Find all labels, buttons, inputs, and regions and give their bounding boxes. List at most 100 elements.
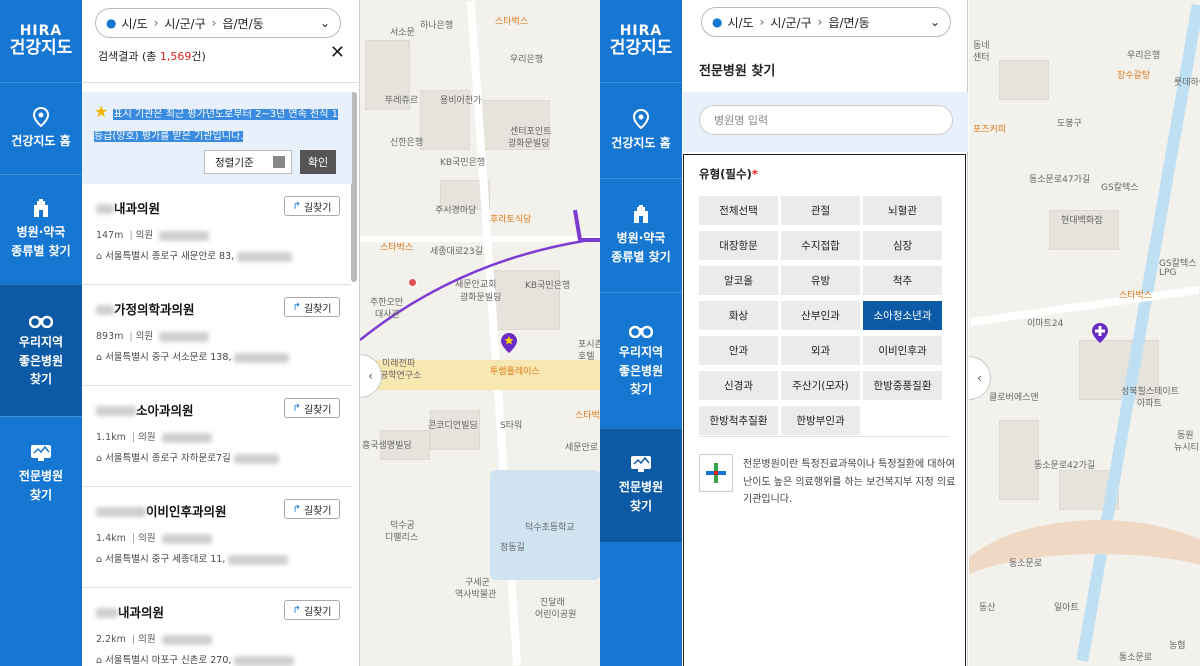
results-panel: ● 시/도 › 시/군/구 › 읍/면/동 ⌄ 검색결과 (총 1,569건) … [82, 0, 360, 666]
nav-item-good-hospital[interactable]: 우리지역 좋은병원 찾기 [600, 292, 682, 428]
map-label: 주시경마당 [435, 206, 477, 216]
sort-select[interactable]: 정렬기준 [204, 150, 292, 174]
type-option[interactable]: 유방 [781, 266, 860, 295]
nav-item-type-search[interactable]: 병원·약국 종류별 찾기 [600, 178, 682, 292]
type-option[interactable]: 심장 [863, 231, 942, 260]
map-label: LPG [1159, 268, 1177, 278]
type-option[interactable]: 주산기(모자) [781, 371, 860, 400]
map-left[interactable]: 하나은행 스타벅스 우리은행 뚜레쥬르 용비어천가 신한은행 센터포인트 광화문… [360, 0, 600, 666]
type-option[interactable]: 대장항문 [699, 231, 778, 260]
type-option[interactable]: 이비인후과 [863, 336, 942, 365]
map-label: 클로버에스앤 [989, 393, 1039, 403]
map-label: 통소문로 [1119, 653, 1153, 663]
map-label: 공학연구소 [380, 371, 422, 381]
star-icon: ★ [94, 102, 109, 121]
nav-label: 전문병원 [618, 480, 664, 495]
hospital-type: 의원 [135, 331, 154, 342]
route-button[interactable]: ↱ 길찾기 [284, 398, 340, 418]
brand-logo[interactable]: HIRA 건강지도 [0, 0, 82, 82]
confirm-button[interactable]: 확인 [300, 150, 336, 174]
type-option[interactable]: 관절 [781, 196, 860, 225]
type-option[interactable]: 한방척추질환 [699, 406, 778, 435]
blurred-text [234, 655, 295, 666]
hospital-card[interactable]: 가정의학과의원 893m | 의원 ⌂ 서울특별시 중구 서소문로 138, ↱… [82, 285, 352, 386]
map-label: 동소문로42가길 [1034, 461, 1096, 471]
map-label: 어린이공원 [535, 610, 577, 620]
type-option[interactable]: 화상 [699, 301, 778, 330]
type-option[interactable]: 신경과 [699, 371, 778, 400]
map-label: 포즈커피 [973, 125, 1007, 135]
map-label: 룻데하이 [1174, 78, 1200, 88]
brand-logo[interactable]: HIRA 건강지도 [600, 0, 682, 82]
hospital-card[interactable]: 내과의원 2.2km | 의원 ⌂ 서울특별시 마포구 신촌로 270, ↱ 길찾… [82, 588, 352, 666]
type-option[interactable]: 알코올 [699, 266, 778, 295]
nav-item-specialty[interactable]: 전문병원 찾기 [0, 416, 82, 532]
blurred-text [233, 453, 279, 464]
nav-item-type-search[interactable]: 병원·약국 종류별 찾기 [0, 174, 82, 284]
type-option[interactable]: 한방부인과 [781, 406, 860, 435]
nav-item-specialty[interactable]: 전문병원 찾기 [600, 428, 682, 542]
monitor-icon [631, 456, 651, 473]
type-option[interactable]: 뇌혈관 [863, 196, 942, 225]
map-label: 동소문로 [1009, 559, 1043, 569]
type-option[interactable]: 전체선택 [699, 196, 778, 225]
nav-item-good-hospital[interactable]: 우리지역 좋은병원 찾기 [0, 284, 82, 416]
distance: 1.1km [96, 432, 126, 443]
route-label: 길찾기 [303, 505, 332, 517]
home-icon: ⌂ [96, 251, 103, 262]
map-label: 용비어천가 [440, 96, 482, 106]
close-icon[interactable]: ✕ [330, 42, 345, 63]
map-label: 스타벅스 [575, 411, 600, 421]
map-label: GS칼텍스 [1101, 183, 1139, 193]
nav-item-home[interactable]: 건강지도 홈 [0, 82, 82, 174]
map-label: 정동길 [500, 543, 525, 553]
blurred-text [96, 304, 114, 315]
type-option[interactable]: 척추 [863, 266, 942, 295]
nav-label: 찾기 [629, 499, 653, 513]
results-label: 검색결과 (총 [98, 50, 160, 63]
region-selector[interactable]: ● 시/도 › 시/군/구 › 읍/면/동 ⌄ [95, 8, 341, 38]
region-selector[interactable]: ● 시/도 › 시/군/구 › 읍/면/동 ⌄ [701, 7, 951, 37]
hospital-card[interactable]: 소아과의원 1.1km | 의원 ⌂ 서울특별시 종로구 자하문로7길 ↱ 길찾기 [82, 386, 352, 487]
region-sido: 시/도 [121, 16, 148, 31]
home-icon: ⌂ [96, 655, 103, 666]
map-label: 덕수초등학교 [525, 523, 575, 533]
route-button[interactable]: ↱ 길찾기 [284, 297, 340, 317]
collapse-panel-button[interactable]: ‹ [969, 356, 991, 400]
sort-label: 정렬기준 [215, 156, 254, 169]
map-label: 농협 [1169, 641, 1186, 651]
nav-label: 좋은병원 [18, 353, 64, 368]
nav-label: 찾기 [29, 372, 53, 387]
region-dong: 읍/면/동 [828, 15, 870, 30]
distance: 147m [96, 230, 124, 241]
route-label: 길찾기 [303, 606, 332, 618]
hospital-card[interactable]: 이비인후과의원 1.4km | 의원 ⌂ 서울특별시 중구 세종대로 11, ↱… [82, 487, 352, 588]
map-right[interactable]: 동네 센터 우리은행 장수갈탕 포즈커피 도봉구 룻데하이 GS칼텍스 현대백화… [969, 0, 1200, 666]
route-button[interactable]: ↱ 길찾기 [284, 499, 340, 519]
type-option-selected[interactable]: 소아청소년과 [863, 301, 942, 330]
nav-item-home[interactable]: 건강지도 홈 [600, 82, 682, 178]
hospital-card[interactable]: 내과의원 147m | 의원 ⌂ 서울특별시 종로구 새문안로 83, ↱ 길찾기 [82, 184, 352, 285]
nav-label: 우리지역 [618, 345, 664, 360]
map-pin-icon [632, 108, 650, 129]
star-pin-icon[interactable] [500, 332, 518, 354]
results-suffix: 건) [191, 50, 206, 63]
blurred-text [161, 432, 212, 443]
map-label: 광화문빌딩 [508, 139, 550, 149]
type-label: 유형(필수)* [699, 166, 758, 182]
type-option[interactable]: 안과 [699, 336, 778, 365]
route-button[interactable]: ↱ 길찾기 [284, 196, 340, 216]
map-label: 스타벅스 [495, 17, 529, 27]
address: 서울특별시 중구 세종대로 11, [105, 554, 226, 565]
hospital-name-input[interactable]: 병원명 입력 [699, 105, 953, 135]
map-marker[interactable] [408, 278, 417, 287]
type-option[interactable]: 한방중풍질환 [863, 371, 942, 400]
route-button[interactable]: ↱ 길찾기 [284, 600, 340, 620]
type-option[interactable]: 수지접합 [781, 231, 860, 260]
hospital-pin-icon[interactable] [1091, 322, 1109, 344]
nav-label: 건강지도 홈 [611, 135, 671, 150]
blurred-text [96, 203, 114, 214]
map-label: 콘코디언빌딩 [428, 421, 478, 431]
type-option[interactable]: 산부인과 [781, 301, 860, 330]
type-option[interactable]: 외과 [781, 336, 860, 365]
